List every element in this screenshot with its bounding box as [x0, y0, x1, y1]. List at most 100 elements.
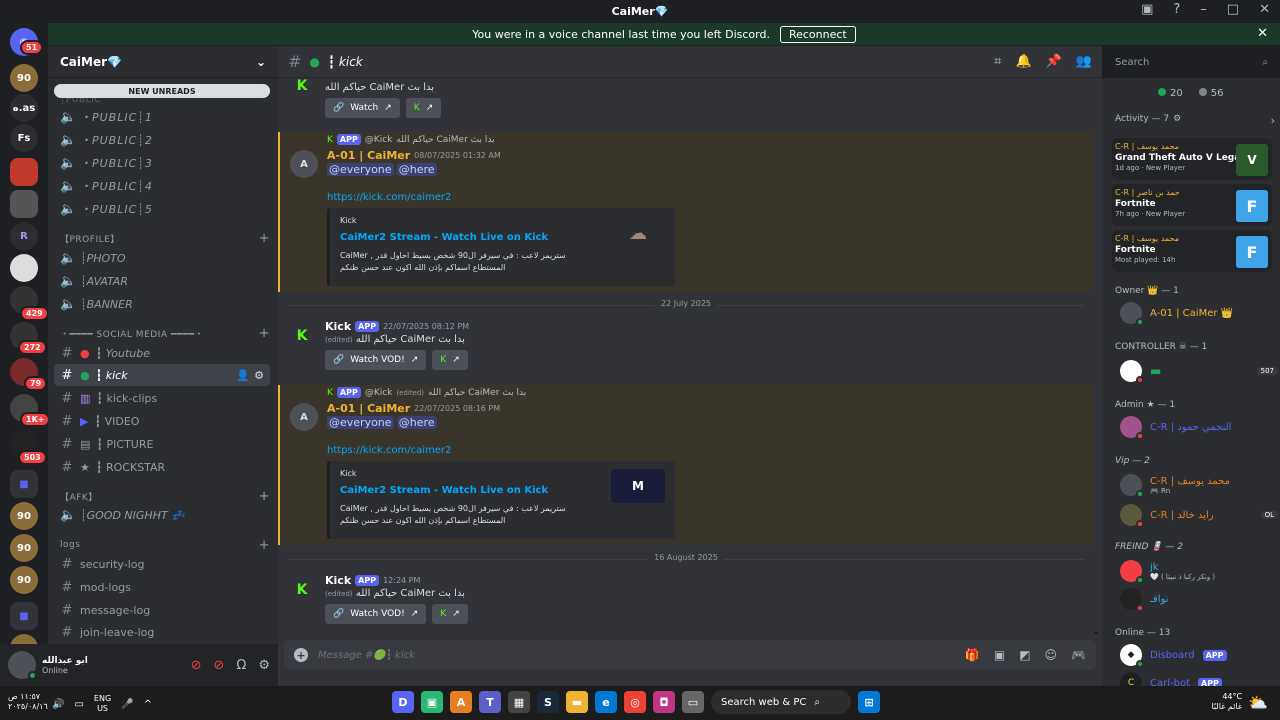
channel-item[interactable]: 🔈 ┊GOOD NIGHHT 💤 [54, 504, 270, 526]
author-name[interactable]: A-01 | CaiMer [327, 402, 410, 415]
guild-icon[interactable]: 90 [10, 502, 38, 530]
reply-preview[interactable]: K APP @Kick (edited) حياكم الله CaiMer بدا ب… [327, 387, 526, 398]
folder-icon[interactable]: ▬ [566, 691, 588, 713]
embed-title[interactable]: CaiMer2 Stream - Watch Live on Kick [340, 485, 548, 496]
everyone-mention[interactable]: @everyone [327, 163, 394, 176]
maximize-icon[interactable]: □ [1227, 2, 1239, 17]
channel-item[interactable]: 🔈 ・PUBLIC┊1 [54, 106, 270, 128]
category-afk[interactable]: 【AFK】 + [60, 488, 270, 504]
add-channel-icon[interactable]: + [259, 231, 270, 246]
app-icon[interactable]: ▣ [421, 691, 443, 713]
author-name[interactable]: A-01 | CaiMer [327, 149, 410, 162]
kick-avatar[interactable]: K [288, 576, 316, 604]
kick-link[interactable]: https://kick.com/caimer2 [327, 192, 451, 203]
scrollbar[interactable] [1094, 632, 1098, 634]
guild-icon[interactable]: 90 [10, 534, 38, 562]
channel-item[interactable]: # ★ ┇ ROCKSTAR [54, 456, 270, 478]
a01-avatar[interactable]: A [290, 403, 318, 431]
channel-item[interactable]: 🔈 ・PUBLIC┊5 [54, 198, 270, 220]
member-item[interactable]: C-R | محمد يوسف 🎮 Rn [1120, 472, 1278, 498]
edge-icon[interactable]: e [595, 691, 617, 713]
reconnect-button[interactable]: Reconnect [779, 25, 856, 43]
invite-icon[interactable]: 👤 [236, 369, 250, 382]
category-logs[interactable]: logs + [60, 537, 270, 553]
channel-item[interactable]: 🔈 ・PUBLIC┊3 [54, 152, 270, 174]
watch-vod-button[interactable]: 🔗 Watch VOD! ↗ [325, 350, 427, 370]
avatar[interactable] [8, 651, 37, 680]
instagram-icon[interactable]: ◘ [653, 691, 675, 713]
embed-title[interactable]: CaiMer2 Stream - Watch Live on Kick [340, 232, 548, 243]
member-item[interactable]: ▬ 507 [1120, 358, 1278, 384]
add-channel-icon[interactable]: + [259, 489, 270, 504]
channel-item[interactable]: # ▤ ┇ PICTURE [54, 433, 270, 455]
guild-icon[interactable] [10, 190, 38, 218]
everyone-mention[interactable]: @everyone [327, 416, 394, 429]
clock[interactable]: ١١:٥٧ ص ٢٠٢٥/٠٨/١٦ [8, 692, 48, 712]
watch-button[interactable]: 🔗 Watch ↗ [325, 98, 400, 118]
add-attachment-icon[interactable]: + [294, 648, 308, 662]
teams-icon[interactable]: T [479, 691, 501, 713]
channel-item[interactable]: 🔈 ・PUBLIC┊4 [54, 175, 270, 197]
language-indicator[interactable]: ENG US [94, 694, 111, 714]
kick-link-button[interactable]: K ↗ [405, 98, 442, 118]
member-item[interactable]: A-01 | CaiMer 👑 [1120, 300, 1278, 326]
channel-item-youtube[interactable]: # ● ┇ Youtube [54, 342, 270, 364]
channel-item[interactable]: 🔈 ┊PHOTO [54, 247, 270, 269]
close-window-icon[interactable]: ✕ [1259, 2, 1270, 17]
member-item[interactable]: C-R | النجمي حمود [1120, 414, 1278, 440]
discord-app-icon[interactable]: D [392, 691, 414, 713]
channel-item-kick[interactable]: # ● ┇ kick 👤 ⚙ [54, 364, 270, 386]
channel-item[interactable]: # ▶ ┇ VIDEO [54, 410, 270, 432]
member-item[interactable]: C-R | رايد خالد OL [1120, 502, 1278, 528]
guild-icon[interactable]: 90 [10, 64, 38, 92]
guild-icon[interactable]: ه.as [10, 94, 38, 122]
here-mention[interactable]: @here [396, 416, 437, 429]
kick-link-button[interactable]: K ↗ [432, 604, 468, 624]
user-info[interactable]: ابو عبدالله Online [42, 656, 88, 675]
guild-icon[interactable]: Fs [10, 124, 38, 152]
pin-icon[interactable]: 📌 [1046, 54, 1062, 69]
inbox-icon[interactable]: ▣ [1141, 2, 1153, 17]
gif-icon[interactable]: ▣ [994, 648, 1005, 662]
app-icon[interactable]: A [450, 691, 472, 713]
server-header[interactable]: CaiMer💎 ⌄ [48, 46, 278, 78]
camera-off-icon[interactable]: ⊘ [191, 658, 202, 673]
folder-icon[interactable]: ■ [10, 602, 38, 630]
new-unreads-pill[interactable]: NEW UNREADS [54, 84, 270, 98]
members-icon[interactable]: 👥 [1076, 54, 1092, 69]
channel-item[interactable]: # message-log [54, 599, 270, 621]
reply-preview[interactable]: K APP @Kick حياكم الله CaiMer بدا بث [327, 134, 495, 145]
search-input[interactable]: Search ⌕ [1110, 52, 1273, 72]
chevron-up-icon[interactable]: ^ [144, 699, 152, 710]
message-input[interactable]: Message #🟢┇ kick [318, 650, 415, 661]
activity-icon[interactable]: 🎮 [1071, 648, 1086, 662]
minimize-icon[interactable]: – [1200, 2, 1207, 17]
member-item[interactable]: ◆ Disboard APP [1120, 642, 1278, 668]
guild-icon[interactable]: R [10, 222, 38, 250]
gear-icon[interactable]: ⚙ [258, 658, 270, 673]
steam-icon[interactable]: S [537, 691, 559, 713]
author-name[interactable]: Kick [325, 574, 351, 587]
activity-card[interactable]: C-R | محمد يوسف Fortnite Most played: 14… [1112, 230, 1272, 272]
channel-item[interactable]: 🔈 ┊BANNER [54, 293, 270, 315]
start-icon[interactable]: ⊞ [858, 691, 880, 713]
taskbar-search[interactable]: Search web & PC ⌕ [711, 690, 851, 714]
add-channel-icon[interactable]: + [259, 326, 270, 341]
category-social[interactable]: ・━━━━ SOCIAL MEDIA ━━━━・ + [60, 325, 270, 341]
gear-icon[interactable]: ⚙ [254, 369, 264, 382]
channel-item[interactable]: 🔈 ┊AVATAR [54, 270, 270, 292]
weather-widget[interactable]: 44°C غائم غالبًا ⛅ [1211, 692, 1268, 712]
mic-icon[interactable]: 🎤 [121, 699, 133, 710]
network-icon[interactable]: ▭ [74, 699, 83, 710]
close-icon[interactable]: ✕ [1257, 26, 1268, 41]
add-channel-icon[interactable]: + [259, 538, 270, 553]
activity-card[interactable]: C-R | محمد يوسف Grand Theft Auto V Legac… [1112, 138, 1272, 180]
chrome-icon[interactable]: ◎ [624, 691, 646, 713]
kick-link[interactable]: https://kick.com/caimer2 [327, 445, 451, 456]
help-icon[interactable]: ? [1173, 2, 1180, 17]
channel-item[interactable]: # join-leave-log [54, 621, 270, 643]
guild-icon[interactable] [10, 158, 38, 186]
channel-item[interactable]: 🔈 ・PUBLIC┊2 [54, 129, 270, 151]
member-item[interactable]: C Carl-bot APP [1120, 670, 1278, 686]
threads-icon[interactable]: ⌗ [994, 54, 1001, 69]
